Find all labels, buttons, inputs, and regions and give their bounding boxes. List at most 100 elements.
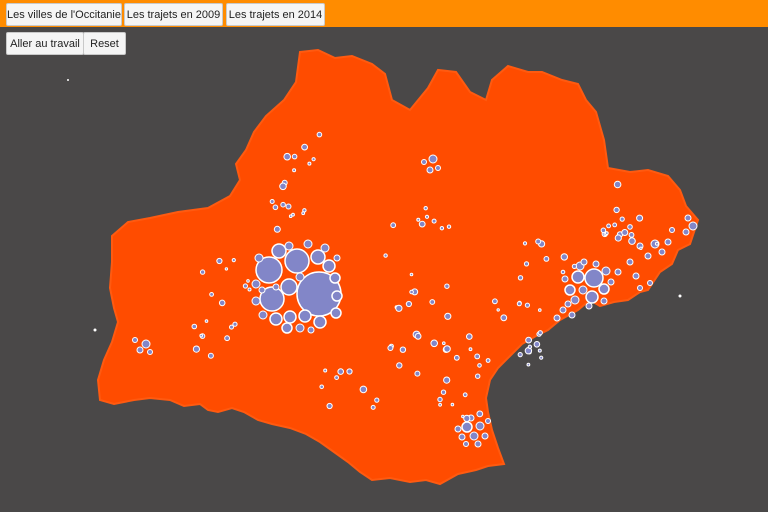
montpellier-bubble (570, 295, 580, 305)
toulouse-bubble (251, 296, 261, 306)
town-bubble (430, 339, 439, 348)
town-bubble (496, 308, 500, 312)
toulouse-bubble (310, 249, 326, 265)
town-bubble (438, 402, 443, 407)
town-bubble (468, 347, 473, 352)
toulouse-bubble (280, 278, 298, 296)
town-bubble (387, 345, 394, 351)
town-bubble (439, 226, 445, 231)
town-bubble (612, 222, 618, 228)
montpellier-bubble (564, 300, 572, 308)
town-bubble (613, 206, 620, 214)
town-bubble (444, 312, 452, 320)
toulouse-bubble (298, 309, 312, 323)
montpellier-bubble (578, 285, 588, 295)
town-bubble (524, 302, 531, 308)
east-bubble (614, 268, 622, 276)
town-bubble (199, 333, 203, 338)
town-bubble (390, 222, 397, 229)
toulouse-bubble (251, 279, 261, 289)
rodez-bubble (435, 165, 441, 171)
town-bubble (383, 253, 388, 258)
town-bubble (224, 267, 229, 271)
town-bubble (292, 168, 297, 173)
tab-trajets-2009[interactable]: Les trajets en 2009 (124, 3, 223, 26)
tab-villes-occitanie[interactable]: Les villes de l'Occitanie (6, 3, 122, 26)
town-bubble (442, 341, 446, 346)
town-bubble (247, 287, 252, 292)
town-bubble (475, 373, 481, 379)
town-bubble (537, 348, 542, 353)
toulouse-bubble (269, 312, 283, 326)
town-bubble (654, 241, 659, 246)
tarbes-bubble (147, 349, 153, 355)
toulouse-bubble (283, 310, 297, 324)
perpignan-bubble (454, 425, 462, 433)
town-bubble (209, 292, 215, 297)
occitanie-map[interactable] (0, 27, 768, 512)
east-bubble (688, 221, 698, 231)
town-bubble (409, 289, 414, 295)
tab-trajets-2014[interactable]: Les trajets en 2014 (226, 3, 325, 26)
town-bubble (444, 283, 450, 289)
toulouse-bubble (271, 243, 287, 259)
rodez-bubble (426, 166, 434, 174)
town-bubble (500, 314, 508, 322)
town-bubble (337, 368, 345, 375)
rodez-bubble (428, 154, 438, 164)
toulouse-bubble (284, 248, 310, 274)
town-bubble (450, 402, 455, 407)
toulouse-bubble (281, 322, 293, 334)
town-bubble (516, 301, 522, 307)
town-bubble (334, 375, 340, 381)
montpellier-bubble (571, 270, 585, 284)
town-bubble (604, 231, 609, 236)
east-bubble (664, 238, 672, 246)
montpellier-bubble (568, 311, 576, 319)
town-bubble (301, 143, 309, 151)
town-bubble (218, 299, 226, 307)
town-bubble (453, 354, 460, 361)
town-bubble (535, 238, 542, 245)
town-bubble (405, 300, 412, 308)
east-bubble (684, 214, 692, 222)
tarbes-bubble (132, 337, 138, 343)
perpignan-bubble (485, 418, 491, 424)
toulouse-bubble (329, 272, 341, 284)
toulouse-bubble (331, 290, 343, 302)
town-bubble (395, 304, 403, 312)
east-bubble (682, 228, 690, 236)
toulouse-bubble (333, 254, 341, 262)
town-bubble (311, 157, 316, 162)
town-bubble (246, 279, 250, 283)
town-bubble (621, 229, 629, 236)
town-bubble (537, 330, 543, 336)
town-bubble (614, 234, 622, 242)
town-bubble (399, 346, 407, 353)
perpignan-bubble (469, 431, 479, 441)
town-bubble (285, 203, 292, 210)
town-bubble (619, 216, 625, 222)
town-bubble (242, 283, 248, 289)
town-bubble (409, 272, 414, 277)
montpellier-bubble (592, 260, 600, 268)
montpellier-bubble (601, 266, 611, 276)
town-bubble (492, 298, 498, 305)
town-bubble (374, 397, 380, 403)
town-bubble (533, 341, 541, 348)
town-bubble (431, 218, 437, 224)
montpellier-bubble (585, 302, 593, 310)
town-bubble (628, 232, 635, 238)
town-bubble (474, 353, 481, 360)
town-bubble (291, 212, 295, 217)
toulouse-bubble (320, 243, 330, 253)
montpellier-bubble (561, 275, 569, 283)
town-bubble (316, 131, 323, 138)
town-bubble (523, 261, 530, 267)
town-bubble (571, 263, 578, 269)
montpellier-bubble (607, 278, 615, 286)
town-bubble (639, 246, 643, 251)
montpellier-bubble (600, 297, 608, 305)
town-bubble (606, 223, 611, 229)
montpellier-bubble (553, 314, 561, 322)
